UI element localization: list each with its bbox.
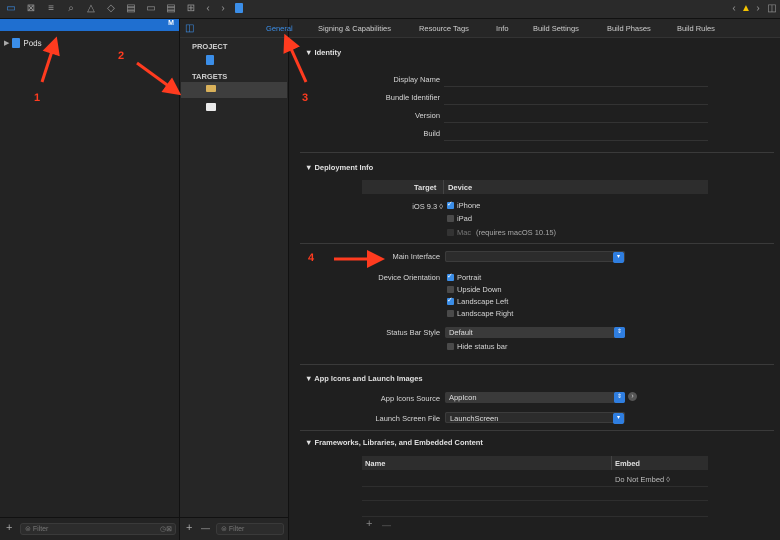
annotation-number-2: 2 <box>118 50 125 62</box>
annotation-arrows <box>40 33 385 268</box>
annotation-arrow-3 <box>283 33 308 83</box>
annotation-number-1: 1 <box>34 92 41 104</box>
annotation-number-4: 4 <box>308 252 315 264</box>
annotation-number-3: 3 <box>302 92 309 104</box>
annotation-arrow-2 <box>136 61 182 96</box>
annotation-arrow-1 <box>40 36 60 83</box>
